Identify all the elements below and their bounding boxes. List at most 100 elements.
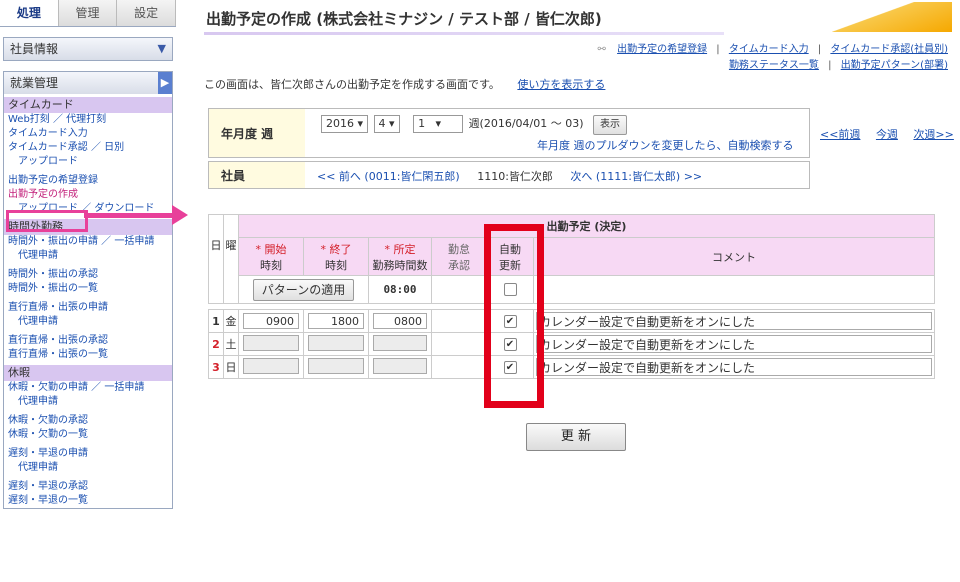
month-select[interactable]: 4 ▾ — [373, 115, 400, 133]
comment-input[interactable]: カレンダー設定で自動更新をオンにした — [536, 312, 932, 330]
approve-cell — [431, 309, 487, 333]
intro-text: この画面は、皆仁次郎さんの出勤予定を作成する画面です。 — [204, 78, 500, 91]
sidebar-link[interactable]: 出勤予定の作成 — [4, 188, 172, 202]
start-time-input[interactable]: 0900 — [243, 313, 299, 329]
week-nav: <<前週 今週 次週>> — [820, 126, 954, 142]
end-cell — [303, 355, 369, 379]
week-select[interactable]: 1 ▾ — [413, 115, 464, 133]
comment-input[interactable]: カレンダー設定で自動更新をオンにした — [536, 335, 932, 353]
col-start-head: * 開始 時刻 — [238, 237, 304, 276]
this-week-link[interactable]: 今週 — [876, 128, 898, 141]
link-timecard-input[interactable]: タイムカード入力 — [729, 44, 809, 55]
sidebar-link[interactable]: 直行直帰・出張の申請 — [4, 301, 172, 315]
end-cell: 1800 — [303, 309, 369, 333]
sidebar-link[interactable]: 遅刻・早退の一覧 — [4, 494, 172, 508]
sched-hours-input[interactable]: 0800 — [373, 313, 427, 329]
employee-info-header[interactable]: 社員情報 ▼ — [4, 38, 172, 60]
link-timecard-approval[interactable]: タイムカード承認(社員別) — [830, 44, 948, 55]
week-range: 週(2016/04/01 ～ 03) — [468, 117, 584, 130]
week-label: 年月度 週 — [209, 109, 305, 157]
start-cell: 0900 — [238, 309, 304, 333]
sidebar-link[interactable]: Web打刻 ／ 代理打刻 — [4, 113, 172, 127]
col-end-head: * 終了 時刻 — [303, 237, 369, 276]
sidebar-link[interactable]: 時間外・振出の申請 ／ 一括申請 — [4, 235, 172, 249]
end-time-input[interactable] — [308, 334, 364, 351]
prev-employee-link[interactable]: << 前へ (0011:皆仁閑五郎) — [317, 170, 460, 183]
show-button[interactable]: 表示 — [593, 115, 628, 135]
start-time-input[interactable] — [243, 357, 299, 374]
title-underline — [204, 32, 724, 35]
end-cell — [303, 332, 369, 356]
sidebar-link[interactable]: アップロード — [4, 155, 172, 169]
current-item-highlight — [6, 210, 88, 232]
title-decoration — [832, 2, 952, 32]
next-employee-link[interactable]: 次へ (1111:皆仁太郎) >> — [570, 170, 702, 183]
pattern-time: 08:00 — [368, 275, 432, 304]
sidebar-link[interactable]: 時間外・振出の承認 — [4, 268, 172, 282]
start-cell — [238, 355, 304, 379]
work-mgmt-label: 就業管理 — [10, 76, 59, 90]
comment-cell: カレンダー設定で自動更新をオンにした — [533, 355, 935, 379]
approve-cell — [431, 355, 487, 379]
sched-cell — [368, 355, 432, 379]
link-icon: ⚯ — [597, 44, 606, 55]
table-row: 1 金 0900 1800 0800 ✔ カレンダー設定で自動更新をオンにした — [208, 309, 935, 333]
auto-search-note: 年月度 週のプルダウンを変更したら、自動検索する — [537, 139, 794, 152]
group-header: 出勤予定 (決定) — [238, 214, 935, 238]
sidebar-link[interactable]: 直行直帰・出張の承認 — [4, 334, 172, 348]
tab-processing[interactable]: 処理 — [0, 0, 59, 26]
sched-hours-input[interactable] — [373, 334, 427, 351]
sched-cell: 0800 — [368, 309, 432, 333]
sidebar-link[interactable]: 遅刻・早退の申請 — [4, 447, 172, 461]
sidebar-link[interactable]: 休暇・欠勤の一覧 — [4, 428, 172, 442]
sched-hours-input[interactable] — [373, 357, 427, 374]
end-time-input[interactable] — [308, 357, 364, 374]
work-mgmt-block: 就業管理 ▶ タイムカード Web打刻 ／ 代理打刻 タイムカード入力 タイムカード承… — [3, 71, 173, 509]
sidebar-link[interactable]: 時間外・振出の一覧 — [4, 282, 172, 296]
row-day: 2 — [208, 332, 224, 356]
sidebar-link[interactable]: 代理申請 — [4, 315, 172, 329]
sidebar-section-header: タイムカード — [4, 97, 172, 113]
sidebar-link[interactable]: 休暇・欠勤の申請 ／ 一括申請 — [4, 381, 172, 395]
tab-settings[interactable]: 設定 — [117, 0, 177, 26]
link-work-status[interactable]: 勤務ステータス一覧 — [729, 60, 819, 71]
work-mgmt-header[interactable]: 就業管理 ▶ — [4, 72, 172, 94]
sched-cell — [368, 332, 432, 356]
employee-panel: 社員 << 前へ (0011:皆仁閑五郎) 1110:皆仁次郎 次へ (1111… — [208, 161, 810, 189]
sidebar-link[interactable]: 代理申請 — [4, 461, 172, 475]
apply-pattern-button[interactable]: パターンの適用 — [252, 278, 355, 301]
prev-week-link[interactable]: <<前週 — [820, 128, 860, 141]
sidebar-link[interactable]: 遅刻・早退の承認 — [4, 480, 172, 494]
update-button[interactable]: 更 新 — [526, 423, 626, 451]
col-comment-head: コメント — [533, 237, 935, 276]
top-tabs: 処理 管理 設定 — [0, 0, 177, 27]
link-pattern-dept[interactable]: 出勤予定パターン(部署) — [841, 60, 948, 71]
link-preference-register[interactable]: 出勤予定の希望登録 — [617, 44, 707, 55]
year-select[interactable]: 2016 ▾ — [321, 115, 369, 133]
start-time-input[interactable] — [243, 334, 299, 351]
table-row: 2 土 ✔ カレンダー設定で自動更新をオンにした — [208, 332, 935, 356]
sidebar-link[interactable]: 出勤予定の希望登録 — [4, 174, 172, 188]
sidebar-link[interactable]: タイムカード承認 ／ 日別 — [4, 141, 172, 155]
row-weekday: 金 — [223, 309, 239, 333]
help-link[interactable]: 使い方を表示する — [517, 78, 605, 91]
table-row: 3 日 ✔ カレンダー設定で自動更新をオンにした — [208, 355, 935, 379]
schedule-rows: 1 金 0900 1800 0800 ✔ カレンダー設定で自動更新をオンにした 2 土 ✔ カレンダ… — [208, 309, 935, 379]
comment-cell: カレンダー設定で自動更新をオンにした — [533, 332, 935, 356]
employee-info-block[interactable]: 社員情報 ▼ — [3, 37, 173, 61]
sidebar-link[interactable]: 休暇・欠勤の承認 — [4, 414, 172, 428]
title-bar: 出勤予定の作成 (株式会社ミナジン / テスト部 / 皆仁次郎) — [204, 2, 952, 35]
next-week-link[interactable]: 次週>> — [913, 128, 953, 141]
col-day-head: 日 — [208, 214, 224, 276]
sidebar-link[interactable]: 直行直帰・出張の一覧 — [4, 348, 172, 362]
start-cell — [238, 332, 304, 356]
tab-management[interactable]: 管理 — [58, 0, 118, 26]
sidebar-link[interactable]: タイムカード入力 — [4, 127, 172, 141]
sidebar-link[interactable]: 代理申請 — [4, 395, 172, 409]
sidebar-link[interactable]: 代理申請 — [4, 249, 172, 263]
arrow-head-icon — [172, 205, 188, 225]
pointer-arrow — [84, 213, 174, 218]
comment-input[interactable]: カレンダー設定で自動更新をオンにした — [536, 358, 932, 376]
row-day: 1 — [208, 309, 224, 333]
end-time-input[interactable]: 1800 — [308, 313, 364, 329]
